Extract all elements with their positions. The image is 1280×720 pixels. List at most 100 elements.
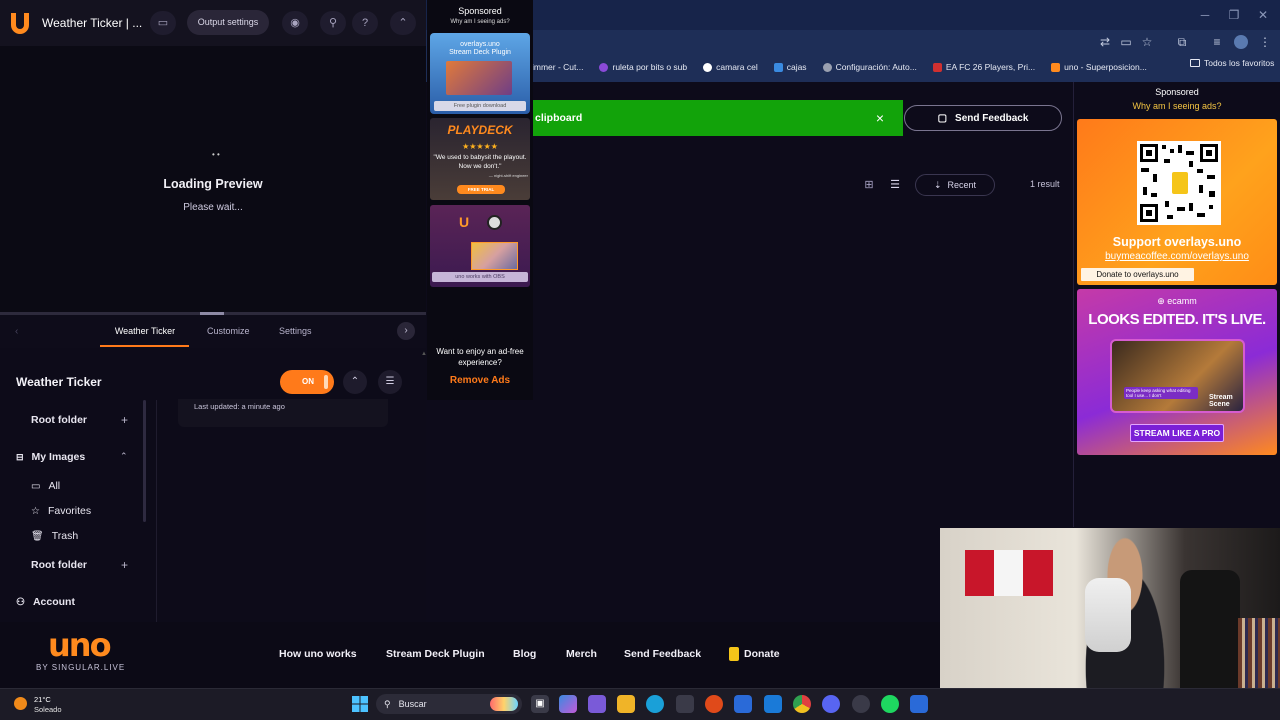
monitor-icon[interactable]: ▭ — [150, 11, 176, 35]
bookmark-favicon — [703, 62, 713, 72]
sidebar-item-root-folder[interactable]: Root folder — [31, 414, 87, 426]
minimize-icon[interactable]: ─ — [1198, 8, 1212, 22]
coffee-cup-icon — [1172, 172, 1188, 194]
sidebar-item-account[interactable]: ⚇ Account — [16, 596, 75, 608]
on-off-toggle[interactable]: ON — [280, 370, 334, 394]
bookshelf-in-webcam — [1238, 618, 1280, 690]
message-icon: ▢ — [937, 112, 948, 124]
sidebar-item-all[interactable]: ▭ All — [31, 480, 60, 492]
bookmark-star-icon[interactable]: ☆ — [1140, 35, 1154, 49]
all-bookmarks-folder[interactable]: Todos los favoritos — [1190, 58, 1274, 68]
uno-footer-logo[interactable]: uno — [48, 629, 112, 661]
task-view-icon[interactable]: ▣ — [531, 695, 549, 713]
edge-icon[interactable] — [646, 695, 664, 713]
chevron-right-icon[interactable]: › — [397, 322, 415, 340]
bookmark-item[interactable]: cajas — [773, 62, 807, 72]
copilot-icon[interactable] — [559, 695, 577, 713]
plus-icon[interactable]: + — [121, 558, 128, 572]
bookmark-item[interactable]: EA FC 26 Players, Pri... — [932, 62, 1035, 72]
plus-icon[interactable]: + — [121, 413, 128, 427]
folder-icon — [1190, 59, 1200, 67]
ad-quote-attribution: — night-shift engineer — [488, 173, 528, 178]
output-settings-button[interactable]: Output settings — [187, 10, 269, 35]
grid-view-icon[interactable]: ⊞ — [855, 175, 883, 195]
mail-icon[interactable] — [734, 695, 752, 713]
bookmark-favicon — [599, 62, 609, 72]
maximize-icon[interactable]: ❐ — [1227, 8, 1241, 22]
tab-customize[interactable]: Customize — [207, 326, 250, 336]
ad-url-link[interactable]: buymeacoffee.com/overlays.uno — [1077, 251, 1277, 262]
teams-icon[interactable] — [588, 695, 606, 713]
toggle-view-icon[interactable]: ◉ — [282, 11, 308, 35]
chevron-up-icon[interactable]: ⌃ — [390, 11, 416, 35]
bookmark-favicon — [932, 62, 942, 72]
profile-avatar[interactable] — [1234, 35, 1248, 49]
ad-cta-button[interactable]: Free plugin download — [434, 101, 526, 111]
chevron-up-icon[interactable]: ⌃ — [120, 451, 128, 462]
ad-cta-button[interactable]: STREAM LIKE A PRO — [1130, 424, 1224, 442]
uno-logo-icon[interactable] — [9, 11, 31, 35]
last-updated-text: Last updated: a minute ago — [178, 399, 388, 427]
footer-link-stream-deck-plugin[interactable]: Stream Deck Plugin — [386, 648, 485, 660]
cast-icon[interactable]: ▭ — [1119, 35, 1133, 49]
help-icon[interactable]: ? — [352, 11, 378, 35]
sponsored-label: Sponsored — [1155, 87, 1199, 97]
bookmark-item[interactable]: uno - Superposicion... — [1051, 62, 1147, 72]
list-icon[interactable]: ☰ — [378, 370, 402, 394]
outlook-icon[interactable] — [764, 695, 782, 713]
store-icon[interactable] — [676, 695, 694, 713]
discord-icon[interactable] — [822, 695, 840, 713]
translate-icon[interactable]: ⇄ — [1098, 35, 1112, 49]
windows-taskbar — [0, 688, 1280, 720]
tab-settings[interactable]: Settings — [279, 326, 312, 336]
footer-link-merch[interactable]: Merch — [566, 648, 597, 660]
bookmark-item[interactable]: Configuración: Auto... — [822, 62, 917, 72]
obs-icon[interactable] — [852, 695, 870, 713]
chevron-up-icon[interactable]: ⌃ — [343, 370, 367, 394]
list-view-icon[interactable]: ☰ — [883, 175, 907, 195]
footer-link-blog[interactable]: Blog — [513, 648, 536, 660]
sidebar-item-my-images[interactable]: ⊟ My Images — [16, 451, 85, 463]
chrome-icon[interactable] — [793, 695, 811, 713]
sidebar-scrollbar[interactable] — [143, 400, 146, 522]
file-explorer-icon[interactable] — [617, 695, 635, 713]
extensions-icon[interactable]: ⧉ — [1175, 35, 1189, 49]
tab-search-icon[interactable]: ≡ — [1210, 35, 1224, 49]
search-highlight-icon — [490, 697, 518, 711]
bookmark-item[interactable]: camara cel — [703, 62, 758, 72]
spotify-icon[interactable] — [881, 695, 899, 713]
app-icon[interactable] — [705, 695, 723, 713]
chevron-left-icon[interactable]: ‹ — [15, 326, 18, 337]
loading-subtitle: Please wait... — [183, 202, 243, 213]
app-window-icon[interactable] — [910, 695, 928, 713]
star-icon: ☆ — [31, 505, 40, 517]
sidebar-item-favorites[interactable]: ☆ Favorites — [31, 505, 91, 517]
sort-recent-button[interactable]: ⇣ Recent — [915, 174, 995, 196]
close-window-icon[interactable]: ✕ — [1256, 8, 1270, 22]
windows-start-icon[interactable] — [352, 696, 368, 712]
donate-button[interactable]: Donate to overlays.uno — [1081, 268, 1194, 281]
free-trial-button[interactable]: FREE TRIAL — [457, 185, 505, 194]
bookmark-item[interactable]: ruleta por bits o sub — [599, 62, 687, 72]
footer-link-how-uno-works[interactable]: How uno works — [279, 648, 357, 660]
send-feedback-button[interactable]: ▢ Send Feedback — [904, 105, 1062, 131]
tab-weather-ticker[interactable]: Weather Ticker — [100, 326, 190, 336]
footer-link-send-feedback[interactable]: Send Feedback — [624, 648, 701, 660]
bookmark-item[interactable]: immer - Cut... — [532, 62, 583, 72]
wrench-icon[interactable]: ⚲ — [320, 11, 346, 35]
browser-menu-icon[interactable]: ⋮ — [1258, 35, 1272, 49]
why-ads-link[interactable]: Why am I seeing ads? — [427, 19, 533, 25]
weather-temperature[interactable]: 21°C — [34, 695, 51, 704]
search-icon: ⚲ — [384, 698, 391, 709]
weather-condition[interactable]: Soleado — [34, 705, 62, 714]
footer-link-donate[interactable]: Donate — [744, 648, 780, 660]
why-ads-link[interactable]: Why am I seeing ads? — [1077, 101, 1277, 111]
gear-icon — [822, 62, 832, 72]
remove-ads-link[interactable]: Remove Ads — [427, 375, 533, 386]
close-icon[interactable]: × — [873, 110, 887, 126]
scroll-arrow-icon[interactable]: ▲ — [421, 351, 427, 361]
sidebar-item-trash[interactable]: 🗑︎ Trash — [31, 530, 78, 542]
trash-icon: 🗑︎ — [31, 530, 44, 542]
sun-icon[interactable] — [14, 697, 27, 710]
sidebar-item-root-folder-2[interactable]: Root folder — [31, 559, 87, 571]
